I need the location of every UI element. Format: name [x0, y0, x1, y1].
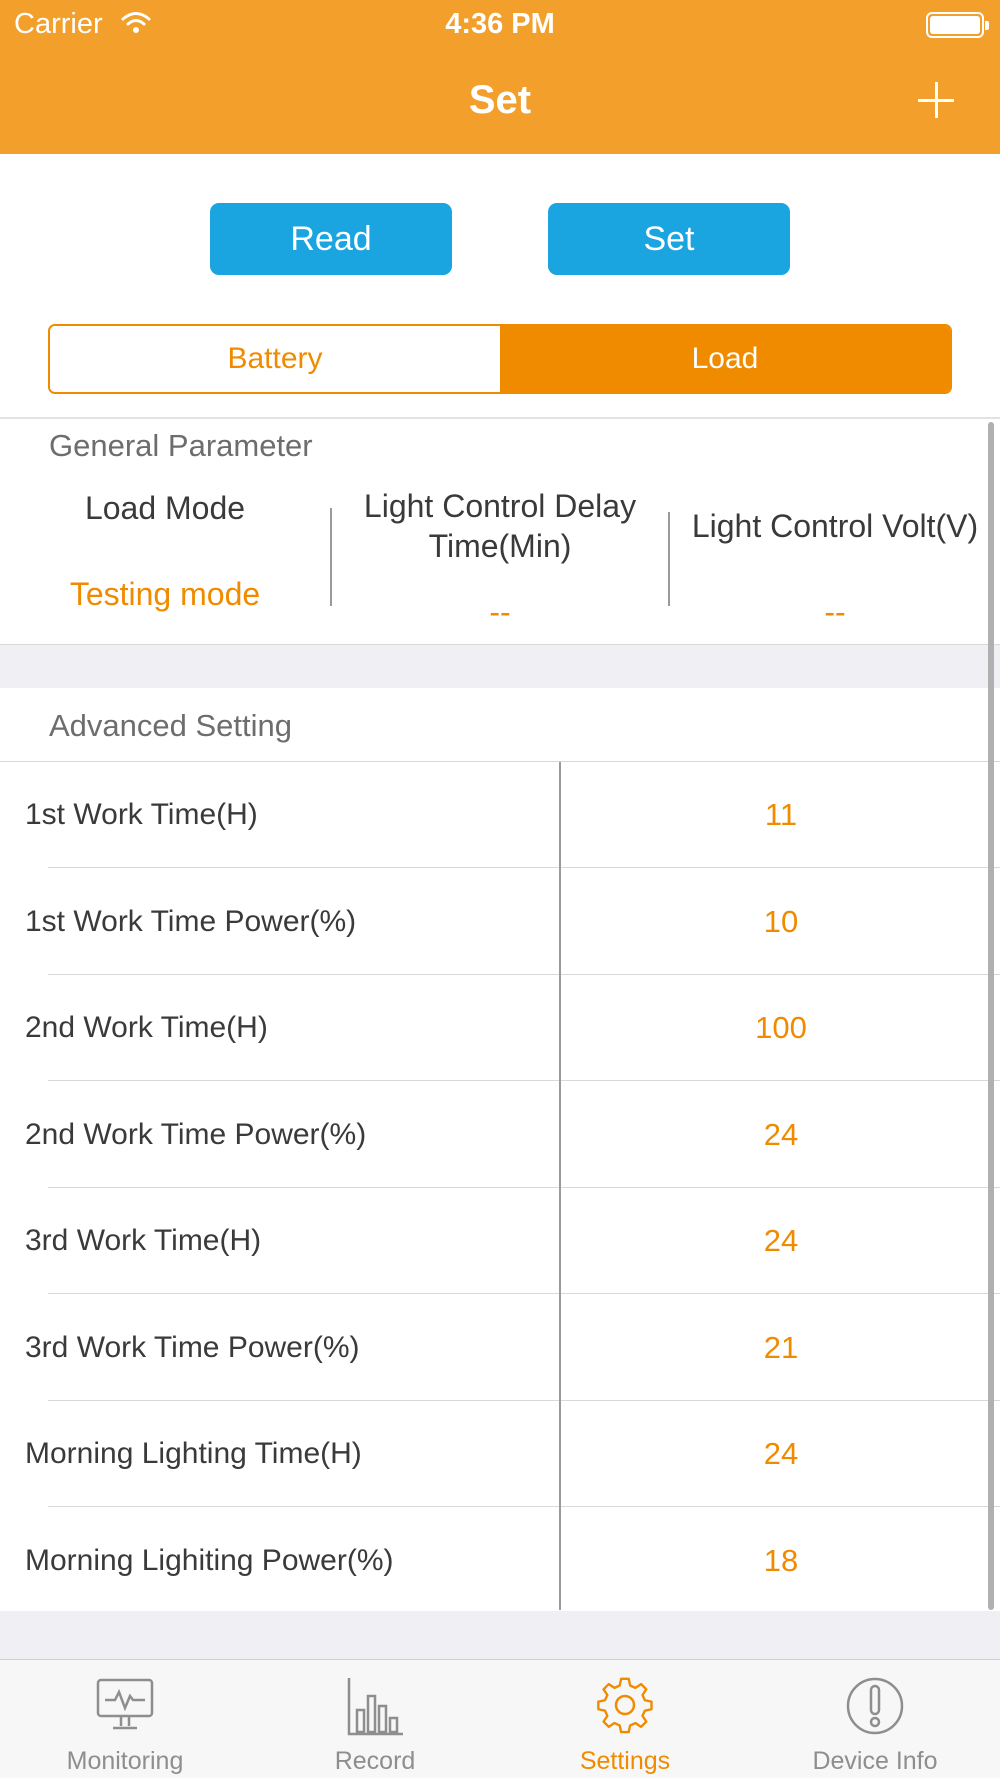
table-row[interactable]: 1st Work Time(H) 11 — [0, 762, 1000, 868]
bottom-spacer — [0, 1611, 1000, 1659]
row-value[interactable]: 10 — [562, 869, 1000, 975]
scrollbar[interactable] — [988, 422, 994, 1610]
row-value[interactable]: 21 — [562, 1295, 1000, 1401]
row-label: 3rd Work Time(H) — [25, 1224, 262, 1257]
battery-icon — [926, 12, 989, 38]
divider — [0, 417, 1000, 419]
tab-settings-label: Settings — [579, 1747, 671, 1775]
row-label: 1st Work Time Power(%) — [25, 904, 357, 938]
light-control-volt-label: Light Control Volt(V) — [691, 508, 979, 544]
battery-load-segmented-control: Battery Load — [48, 324, 952, 394]
read-button[interactable]: Read — [210, 203, 452, 275]
bar-chart-icon — [347, 1678, 403, 1736]
column-divider — [559, 762, 561, 1610]
segment-load[interactable]: Load — [500, 326, 950, 392]
row-value[interactable]: 18 — [562, 1508, 1000, 1614]
add-icon[interactable] — [918, 82, 954, 118]
table-row[interactable]: 1st Work Time Power(%) 10 — [0, 869, 1000, 975]
table-row[interactable]: Morning Lighting Time(H) 24 — [0, 1401, 1000, 1507]
table-row[interactable]: Morning Lighiting Power(%) 18 — [0, 1508, 1000, 1614]
general-parameter-heading: General Parameter — [49, 428, 313, 463]
status-time: 4:36 PM — [445, 8, 555, 40]
tab-settings[interactable]: Settings — [500, 1660, 750, 1778]
table-row[interactable]: 2nd Work Time(H) 100 — [0, 975, 1000, 1081]
section-separator — [0, 644, 1000, 688]
tab-bar: Monitoring Record Settings Device Info — [0, 1659, 1000, 1778]
row-value[interactable]: 11 — [562, 762, 1000, 868]
tab-record[interactable]: Record — [250, 1660, 500, 1778]
row-label: 2nd Work Time(H) — [25, 1011, 268, 1044]
info-exclamation-icon — [846, 1677, 904, 1735]
gear-icon — [597, 1677, 653, 1734]
column-divider — [668, 512, 670, 606]
tab-monitoring[interactable]: Monitoring — [0, 1660, 250, 1778]
load-mode-value[interactable]: Testing mode — [20, 576, 310, 613]
monitor-icon — [96, 1678, 154, 1730]
row-label: 1st Work Time(H) — [25, 798, 258, 831]
row-label: Morning Lighiting Power(%) — [25, 1543, 394, 1577]
row-label: 3rd Work Time Power(%) — [25, 1330, 360, 1364]
set-button[interactable]: Set — [548, 203, 790, 275]
row-value[interactable]: 24 — [562, 1401, 1000, 1507]
tab-monitoring-label: Monitoring — [66, 1747, 184, 1775]
row-label: 2nd Work Time Power(%) — [25, 1117, 367, 1151]
light-control-delay-value[interactable]: -- — [340, 594, 660, 631]
tab-device-info-label: Device Info — [812, 1747, 938, 1775]
light-control-volt-value[interactable]: -- — [672, 594, 998, 631]
segment-battery[interactable]: Battery — [50, 326, 500, 392]
page-title: Set — [468, 78, 532, 122]
row-label: Morning Lighting Time(H) — [25, 1437, 362, 1470]
light-control-delay-label: Light Control Delay Time(Min) — [363, 488, 637, 564]
navigation-bar: Carrier 4:36 PM Set — [0, 0, 1000, 154]
table-row[interactable]: 3rd Work Time Power(%) 21 — [0, 1295, 1000, 1401]
table-row[interactable]: 2nd Work Time Power(%) 24 — [0, 1082, 1000, 1188]
tab-record-label: Record — [334, 1747, 416, 1775]
column-divider — [330, 508, 332, 606]
row-value[interactable]: 24 — [562, 1188, 1000, 1294]
row-value[interactable]: 100 — [562, 975, 1000, 1081]
table-row[interactable]: 3rd Work Time(H) 24 — [0, 1188, 1000, 1294]
tab-device-info[interactable]: Device Info — [750, 1660, 1000, 1778]
row-value[interactable]: 24 — [562, 1082, 1000, 1188]
load-mode-label: Load Mode — [84, 490, 246, 526]
advanced-setting-heading: Advanced Setting — [49, 708, 293, 743]
